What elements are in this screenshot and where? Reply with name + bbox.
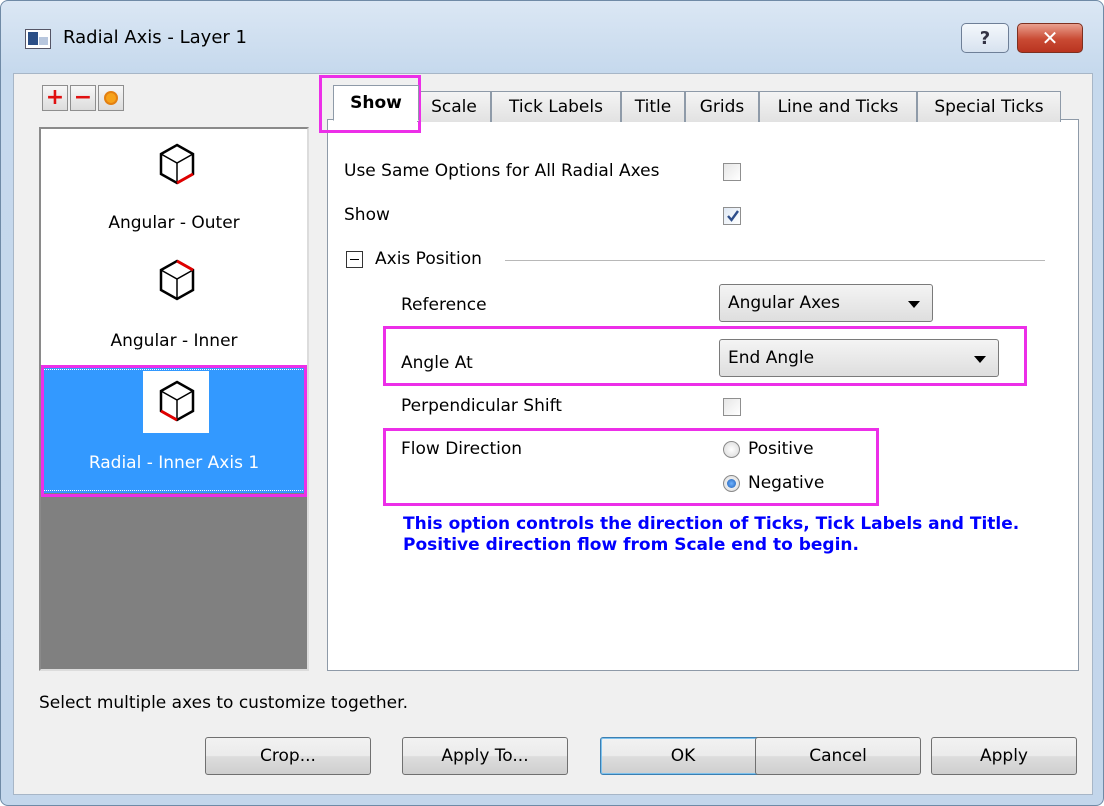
remove-axis-button[interactable]: − — [70, 85, 96, 111]
axis-cube-icon — [159, 143, 195, 185]
reference-value: Angular Axes — [728, 293, 840, 313]
flow-positive-radio[interactable] — [723, 441, 740, 458]
axis-options-button[interactable] — [98, 85, 124, 111]
status-text: Select multiple axes to customize togeth… — [39, 693, 408, 713]
tab-show[interactable]: Show — [333, 85, 419, 121]
group-divider — [505, 260, 1045, 261]
orange-circle-icon — [104, 91, 118, 105]
tab-scale[interactable]: Scale — [417, 91, 491, 122]
reference-label: Reference — [401, 295, 487, 315]
tab-title[interactable]: Title — [621, 91, 685, 122]
tab-special-ticks[interactable]: Special Ticks — [917, 91, 1061, 122]
crop-button[interactable]: Crop... — [205, 737, 371, 775]
flow-positive-label[interactable]: Positive — [748, 439, 814, 459]
angle-at-dropdown[interactable]: End Angle — [719, 339, 999, 377]
tab-tick-labels[interactable]: Tick Labels — [491, 91, 621, 122]
tab-line-and-ticks[interactable]: Line and Ticks — [759, 91, 917, 122]
angle-at-value: End Angle — [728, 348, 815, 368]
close-button[interactable]: ✕ — [1017, 23, 1083, 53]
perpendicular-shift-checkbox[interactable] — [723, 398, 741, 416]
show-label: Show — [344, 205, 390, 225]
axes-list[interactable]: Angular - Outer Angular - Inner Radial -… — [39, 127, 309, 671]
window-title: Radial Axis - Layer 1 — [63, 27, 247, 48]
flow-direction-label: Flow Direction — [401, 439, 523, 459]
flow-direction-hint: This option controls the direction of Ti… — [403, 514, 1020, 555]
cancel-button[interactable]: Cancel — [755, 737, 921, 775]
collapse-icon[interactable] — [346, 251, 363, 268]
flow-negative-radio[interactable] — [723, 475, 740, 492]
title-bar[interactable]: Radial Axis - Layer 1 ? ✕ — [1, 1, 1103, 73]
perpendicular-shift-label: Perpendicular Shift — [401, 396, 562, 416]
axis-position-group-label: Axis Position — [375, 249, 482, 269]
angle-at-label: Angle At — [401, 353, 473, 373]
list-item[interactable]: Angular - Inner — [41, 247, 307, 365]
apply-to-button[interactable]: Apply To... — [402, 737, 568, 775]
add-axis-button[interactable]: + — [42, 85, 68, 111]
focus-rectangle — [43, 369, 305, 491]
tab-grids[interactable]: Grids — [685, 91, 759, 122]
help-button[interactable]: ? — [961, 23, 1009, 53]
chevron-down-icon — [908, 301, 920, 308]
app-icon — [25, 29, 51, 49]
list-item-selected[interactable]: Radial - Inner Axis 1 — [41, 367, 307, 493]
flow-negative-label[interactable]: Negative — [748, 473, 824, 493]
reference-dropdown[interactable]: Angular Axes — [719, 284, 933, 322]
tab-panel-show — [327, 119, 1079, 671]
chevron-down-icon — [974, 356, 986, 363]
same-options-checkbox[interactable] — [723, 163, 741, 181]
checkmark-icon — [727, 210, 739, 222]
list-item[interactable]: Angular - Outer — [41, 129, 307, 245]
axis-cube-icon — [159, 259, 195, 301]
dialog-window: Radial Axis - Layer 1 ? ✕ + − Angular - … — [0, 0, 1104, 806]
same-options-label: Use Same Options for All Radial Axes — [344, 161, 660, 181]
axis-item-label: Angular - Inner — [110, 331, 238, 351]
apply-button[interactable]: Apply — [931, 737, 1077, 775]
show-checkbox[interactable] — [723, 207, 741, 225]
axis-item-label: Angular - Outer — [108, 213, 240, 233]
ok-button[interactable]: OK — [600, 737, 766, 775]
